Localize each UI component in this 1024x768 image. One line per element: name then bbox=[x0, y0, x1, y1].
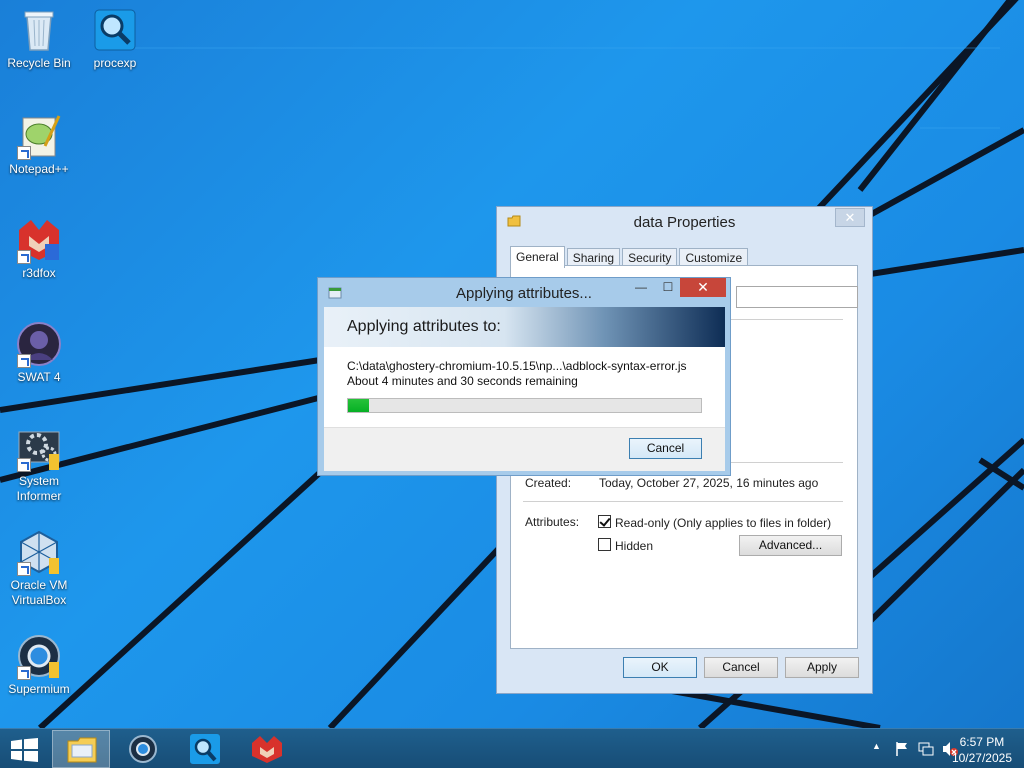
desktop-icon-procexp[interactable]: procexp bbox=[76, 6, 154, 71]
desktop-icon-r3dfox[interactable]: r3dfox bbox=[0, 216, 78, 281]
current-file-path: C:\data\ghostery-chromium-10.5.15\np...\… bbox=[347, 359, 687, 373]
desktop-icon-label: procexp bbox=[93, 56, 137, 70]
desktop-icon-label: System Informer bbox=[16, 474, 62, 503]
procexp-icon bbox=[190, 734, 220, 764]
desktop-icon-notepad-plus-plus[interactable]: Notepad++ bbox=[0, 112, 78, 177]
applying-cancel-button[interactable]: Cancel bbox=[629, 438, 702, 459]
desktop-icon-label: SWAT 4 bbox=[17, 370, 61, 384]
applying-banner: Applying attributes to: bbox=[324, 307, 725, 347]
divider bbox=[523, 501, 843, 502]
applying-titlebar[interactable]: Applying attributes... — ☐ ✕ bbox=[318, 278, 730, 307]
applying-close-button[interactable]: ✕ bbox=[680, 278, 726, 297]
action-center-flag-icon[interactable] bbox=[894, 741, 910, 757]
applying-attributes-dialog: Applying attributes... — ☐ ✕ Applying at… bbox=[317, 277, 731, 476]
desktop-icon-system-informer[interactable]: System Informer bbox=[0, 424, 78, 504]
hidden-checkbox[interactable] bbox=[598, 538, 611, 551]
file-explorer-icon bbox=[67, 737, 97, 763]
minimize-button[interactable]: — bbox=[629, 280, 653, 296]
applying-footer: Cancel bbox=[324, 427, 725, 471]
properties-titlebar[interactable]: data Properties ✕ bbox=[497, 207, 872, 237]
applying-heading: Applying attributes to: bbox=[347, 318, 501, 335]
folder-name-field[interactable] bbox=[736, 286, 858, 308]
system-tray: ▲ 6:57 PM 10/27/2025 bbox=[824, 729, 1024, 768]
taskbar: ▲ 6:57 PM 10/27/2025 bbox=[0, 728, 1024, 768]
taskbar-r3dfox[interactable] bbox=[238, 730, 296, 768]
maximize-button[interactable]: ☐ bbox=[656, 280, 680, 296]
start-button[interactable] bbox=[0, 730, 50, 768]
readonly-label[interactable]: Read-only (Only applies to files in fold… bbox=[615, 516, 831, 530]
apply-button[interactable]: Apply bbox=[785, 657, 859, 678]
applying-content: Applying attributes to: C:\data\ghostery… bbox=[324, 307, 725, 471]
properties-close-button[interactable]: ✕ bbox=[835, 208, 865, 227]
created-label: Created: bbox=[525, 476, 572, 490]
desktop-icon-supermium[interactable]: Supermium bbox=[0, 632, 78, 697]
clock[interactable]: 6:57 PM 10/27/2025 bbox=[952, 734, 1012, 766]
hidden-label[interactable]: Hidden bbox=[615, 539, 653, 553]
desktop: Recycle Bin procexp Notepad++ r3dfox SWA… bbox=[0, 0, 1024, 728]
progress-fill bbox=[348, 399, 370, 412]
procexp-icon bbox=[94, 9, 136, 51]
desktop-icon-label: Oracle VM VirtualBox bbox=[10, 578, 68, 607]
progress-bar bbox=[347, 398, 702, 413]
taskbar-supermium[interactable] bbox=[114, 730, 172, 768]
show-hidden-icons-button[interactable]: ▲ bbox=[872, 741, 881, 751]
created-value: Today, October 27, 2025, 16 minutes ago bbox=[599, 476, 819, 490]
desktop-icon-virtualbox[interactable]: Oracle VM VirtualBox bbox=[0, 528, 78, 608]
desktop-icon-label: Recycle Bin bbox=[7, 56, 71, 70]
attributes-label: Attributes: bbox=[525, 515, 580, 529]
desktop-icon-label: r3dfox bbox=[22, 266, 56, 280]
recycle-bin-icon bbox=[24, 11, 54, 51]
tab-general[interactable]: General bbox=[510, 246, 565, 268]
network-icon[interactable] bbox=[918, 741, 934, 757]
clock-time: 6:57 PM bbox=[959, 735, 1005, 749]
ok-button[interactable]: OK bbox=[623, 657, 697, 678]
taskbar-procexp[interactable] bbox=[176, 730, 234, 768]
time-remaining: About 4 minutes and 30 seconds remaining bbox=[347, 374, 578, 388]
properties-title: data Properties bbox=[633, 214, 736, 231]
readonly-checkbox[interactable] bbox=[598, 515, 611, 528]
desktop-icon-swat4[interactable]: SWAT 4 bbox=[0, 320, 78, 385]
properties-tabs: General Sharing Security Customize bbox=[510, 246, 750, 268]
r3dfox-icon bbox=[252, 736, 282, 763]
clock-date: 10/27/2025 bbox=[951, 751, 1012, 765]
supermium-icon bbox=[129, 735, 157, 763]
cancel-button[interactable]: Cancel bbox=[704, 657, 778, 678]
windows-start-icon bbox=[11, 738, 38, 762]
desktop-icon-label: Supermium bbox=[8, 682, 70, 696]
desktop-icon-recycle-bin[interactable]: Recycle Bin bbox=[0, 6, 78, 71]
desktop-icon-label: Notepad++ bbox=[9, 162, 69, 176]
taskbar-file-explorer[interactable] bbox=[52, 730, 110, 768]
advanced-button[interactable]: Advanced... bbox=[739, 535, 842, 556]
